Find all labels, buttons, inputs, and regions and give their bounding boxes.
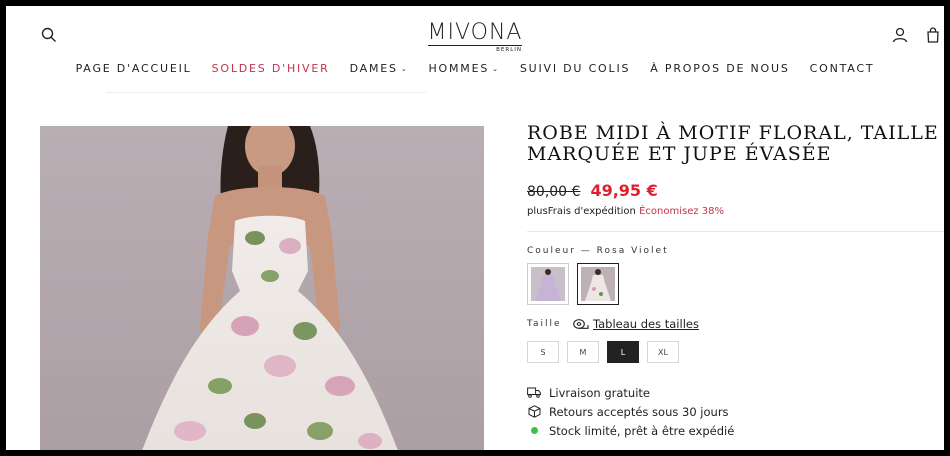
nav-label: CONTACT (809, 62, 875, 75)
logo-subtitle: BERLIN (496, 47, 522, 53)
size-chart-label: Tableau des tailles (593, 317, 699, 331)
nav-item-winter-sale[interactable]: SOLDES D'HIVER (202, 62, 340, 75)
color-swatches (527, 263, 944, 305)
size-options: S M L XL (527, 341, 944, 363)
truck-icon (527, 387, 541, 398)
divider (527, 231, 944, 232)
shipping-link[interactable]: Frais d'expédition (548, 206, 636, 217)
nav-label: PAGE D'ACCUEIL (75, 62, 192, 75)
color-swatch-lilac[interactable] (527, 263, 569, 305)
nav-label: HOMMES (428, 62, 490, 75)
chevron-down-icon: ⌄ (400, 64, 409, 73)
original-price: 80,00 € (527, 184, 581, 200)
savings-badge: Économisez 38% (639, 206, 725, 217)
store-logo[interactable]: MIVONA BERLIN (6, 20, 944, 53)
feature-free-delivery: Livraison gratuite (527, 383, 944, 402)
cart-icon[interactable] (924, 26, 942, 44)
shipping-prefix: plus (527, 206, 548, 217)
feature-text: Livraison gratuite (549, 385, 651, 400)
chevron-down-icon: ⌄ (492, 64, 500, 73)
user-icon[interactable] (891, 26, 909, 44)
size-option-xl[interactable]: XL (647, 341, 679, 363)
nav-item-contact[interactable]: CONTACT (800, 62, 885, 75)
product-image[interactable] (40, 126, 484, 450)
nav-item-women[interactable]: DAMES ⌄ (340, 62, 419, 75)
nav-label: SUIVI DU COLIS (519, 62, 631, 75)
shipping-line: plusFrais d'expédition Économisez 38% (527, 206, 944, 217)
price-row: 80,00 € 49,95 € (527, 181, 944, 200)
nav-item-home[interactable]: PAGE D'ACCUEIL (66, 62, 202, 75)
feature-returns: Retours acceptés sous 30 jours (527, 402, 944, 421)
status-dot-icon (527, 427, 541, 434)
nav-label: DAMES (349, 62, 398, 75)
feature-text: Retours acceptés sous 30 jours (549, 404, 729, 419)
box-return-icon (527, 405, 541, 418)
size-label: Taille (527, 319, 562, 329)
size-row: Taille Tableau des tailles (527, 317, 944, 331)
logo-wordmark: MIVONA (427, 20, 523, 45)
measuring-tape-icon (573, 318, 589, 329)
product-title: ROBE MIDI À MOTIF FLORAL, TAILLE MARQUÉE… (527, 122, 939, 165)
nav-label: À PROPOS DE NOUS (650, 62, 790, 75)
nav-item-tracking[interactable]: SUIVI DU COLIS (510, 62, 640, 75)
nav-item-about[interactable]: À PROPOS DE NOUS (640, 62, 799, 75)
nav-divider (106, 92, 426, 93)
size-option-s[interactable]: S (527, 341, 559, 363)
size-chart-link[interactable]: Tableau des tailles (573, 317, 699, 331)
nav-item-men[interactable]: HOMMES ⌄ (418, 62, 509, 75)
logo-rule (428, 45, 522, 46)
nav-label: SOLDES D'HIVER (211, 62, 330, 75)
feature-list: Livraison gratuite Retours acceptés sous… (527, 383, 944, 440)
size-option-l[interactable]: L (607, 341, 639, 363)
page: MIVONA BERLIN PAGE D'ACCUEIL SOLDES D'HI… (6, 6, 944, 450)
main-nav: PAGE D'ACCUEIL SOLDES D'HIVER DAMES ⌄ HOM… (6, 62, 944, 75)
color-swatch-rosa-violet[interactable] (577, 263, 619, 305)
feature-text: Stock limité, prêt à être expédié (549, 423, 735, 438)
size-option-m[interactable]: M (567, 341, 599, 363)
feature-stock: Stock limité, prêt à être expédié (527, 421, 944, 440)
product-info: ROBE MIDI À MOTIF FLORAL, TAILLE MARQUÉE… (527, 123, 944, 440)
color-label: Couleur — Rosa Violet (527, 246, 669, 256)
sale-price: 49,95 € (590, 181, 658, 200)
